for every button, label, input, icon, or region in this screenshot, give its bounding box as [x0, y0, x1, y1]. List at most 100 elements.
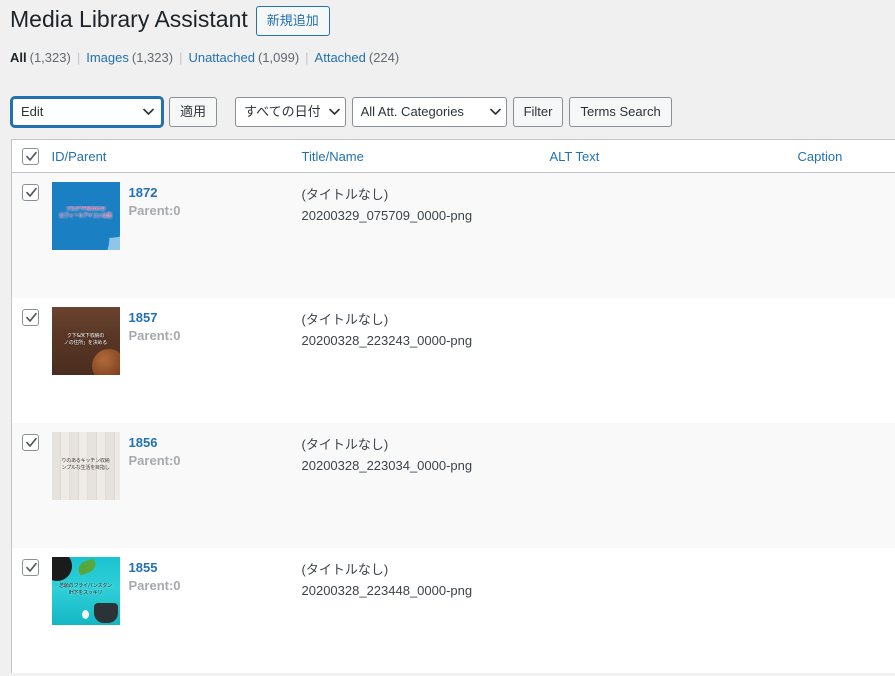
thumbnail-caption-text: ブログやTwitterの ロフィールアイコンは重 [52, 206, 120, 220]
table-row: りのあるキッチン収納 ンプルな生活を目指し 1856 Parent:0 (タイト… [11, 423, 895, 548]
row-checkbox[interactable] [22, 309, 39, 326]
thumbnail-caption-line1: 念願のフライパンスタン [59, 583, 112, 589]
media-thumbnail[interactable]: ク下&床下収納の ノの住所」を決める [51, 307, 120, 375]
table-header-row: ID/Parent Title/Name ALT Text Caption [11, 139, 895, 173]
attachment-category-filter-select[interactable]: All Att. Categories [351, 97, 507, 127]
row-title-cell: (タイトルなし) 20200328_223034_0000-png [302, 423, 550, 548]
thumbnail-caption-line1: ブログやTwitterの [65, 206, 106, 212]
media-parent-label: Parent:0 [128, 453, 181, 468]
status-link-all-label[interactable]: All [10, 50, 27, 65]
table-body: ブログやTwitterの ロフィールアイコンは重 1872 Parent:0 (… [11, 172, 895, 673]
media-caption [798, 173, 895, 184]
media-parent-label: Parent:0 [128, 578, 181, 593]
thumbnail-caption-line2: ンプルな生活を目指し [61, 465, 110, 471]
page-header: Media Library Assistant 新規追加 [0, 0, 895, 36]
media-caption [798, 423, 895, 434]
media-id-link[interactable]: 1857 [129, 309, 181, 326]
row-select-cell [12, 423, 52, 548]
column-header-caption[interactable]: Caption [797, 139, 895, 173]
row-title-cell: (タイトルなし) 20200329_075709_0000-png [302, 173, 550, 299]
table-row: 念願のフライパンスタン IH下をスッキリ 1855 Parent:0 (タイトル… [11, 548, 895, 673]
status-count-images: (1,323) [131, 49, 174, 65]
id-text-group: 1855 Parent:0 [129, 557, 181, 673]
filter-button[interactable]: Filter [512, 97, 564, 127]
title-name-group: (タイトルなし) 20200329_075709_0000-png [302, 173, 550, 226]
bulk-action-select[interactable]: Edit [11, 97, 163, 127]
thumbnail-caption-line2: IH下をスッキリ [68, 590, 103, 596]
status-link-unattached-label[interactable]: Unattached [188, 50, 255, 65]
row-id-cell: 念願のフライパンスタン IH下をスッキリ 1855 Parent:0 [51, 548, 302, 673]
media-filename: 20200329_075709_0000-png [301, 208, 473, 223]
row-checkbox-wrap [12, 423, 52, 451]
status-separator-3: | [305, 49, 309, 65]
table-toolbar: Edit 適用 すべての日付 All Att. Categories Filte… [0, 95, 895, 129]
media-thumbnail[interactable]: 念願のフライパンスタン IH下をスッキリ [51, 557, 120, 625]
row-select-cell [12, 298, 52, 423]
row-select-cell [12, 548, 52, 673]
date-filter-select[interactable]: すべての日付 [235, 97, 346, 127]
row-alt-cell [550, 298, 798, 423]
apply-button[interactable]: 適用 [169, 97, 218, 127]
attachment-category-filter-value: All Att. Categories [360, 104, 464, 119]
media-caption [798, 298, 895, 309]
status-link-images-label[interactable]: Images [86, 50, 129, 65]
id-parent-group: ブログやTwitterの ロフィールアイコンは重 1872 Parent:0 [51, 173, 302, 298]
media-title: (タイトルなし) [301, 437, 389, 452]
check-icon [26, 562, 37, 572]
row-id-cell: りのあるキッチン収納 ンプルな生活を目指し 1856 Parent:0 [51, 423, 302, 548]
bulk-action-value: Edit [21, 104, 44, 119]
status-link-unattached: Unattached (1,099) [188, 50, 299, 65]
thumbnail-caption-text: ク下&床下収納の ノの住所」を決める [52, 333, 120, 347]
row-alt-cell [550, 173, 798, 299]
media-filename: 20200328_223448_0000-png [301, 583, 473, 598]
media-alt-text [550, 423, 798, 434]
status-link-all: All (1,323) [10, 50, 71, 65]
column-header-select-all[interactable] [11, 139, 52, 173]
status-link-attached-label[interactable]: Attached [315, 50, 366, 65]
dot-decoration [81, 610, 89, 619]
status-separator-2: | [179, 49, 183, 65]
status-link-images: Images (1,323) [86, 50, 173, 65]
media-id-link[interactable]: 1855 [129, 559, 181, 576]
page-title: Media Library Assistant [10, 6, 248, 33]
status-count-attached: (224) [368, 49, 400, 65]
status-link-attached: Attached (224) [315, 50, 400, 65]
chevron-down-icon [328, 108, 340, 117]
row-select-cell [12, 173, 52, 299]
media-id-link[interactable]: 1856 [129, 434, 181, 451]
check-icon [26, 187, 37, 197]
media-title: (タイトルなし) [301, 562, 389, 577]
thumbnail-caption-line2: ロフィールアイコンは重 [59, 213, 112, 219]
title-name-group: (タイトルなし) 20200328_223243_0000-png [302, 298, 550, 351]
add-new-button[interactable]: 新規追加 [255, 6, 330, 36]
column-header-alt-text[interactable]: ALT Text [549, 139, 798, 173]
row-alt-cell [550, 423, 798, 548]
media-thumbnail[interactable]: ブログやTwitterの ロフィールアイコンは重 [51, 182, 120, 250]
table-row: ブログやTwitterの ロフィールアイコンは重 1872 Parent:0 (… [11, 172, 895, 299]
row-checkbox[interactable] [22, 184, 39, 201]
media-thumbnail[interactable]: りのあるキッチン収納 ンプルな生活を目指し [51, 432, 120, 500]
media-filename: 20200328_223243_0000-png [301, 333, 473, 348]
thumbnail-caption-line2: ノの住所」を決める [63, 340, 108, 346]
row-caption-cell [798, 423, 895, 548]
media-title: (タイトルなし) [301, 187, 389, 202]
row-title-cell: (タイトルなし) 20200328_223448_0000-png [302, 548, 550, 673]
row-checkbox[interactable] [22, 559, 39, 576]
row-title-cell: (タイトルなし) 20200328_223243_0000-png [302, 298, 550, 423]
check-icon [26, 437, 37, 447]
status-count-unattached: (1,099) [257, 49, 300, 65]
column-header-id-parent[interactable]: ID/Parent [51, 139, 302, 173]
media-id-link[interactable]: 1872 [129, 184, 181, 201]
column-header-title-name[interactable]: Title/Name [301, 139, 550, 173]
select-all-checkbox[interactable] [22, 147, 39, 165]
media-parent-label: Parent:0 [128, 328, 181, 343]
check-icon [26, 312, 37, 322]
table-row: ク下&床下収納の ノの住所」を決める 1857 Parent:0 (タイトルなし… [11, 298, 895, 423]
row-checkbox[interactable] [22, 434, 39, 451]
row-alt-cell [550, 548, 798, 673]
row-id-cell: ブログやTwitterの ロフィールアイコンは重 1872 Parent:0 [51, 173, 302, 299]
check-icon [26, 151, 37, 161]
terms-search-button[interactable]: Terms Search [569, 97, 672, 127]
date-filter-value: すべての日付 [244, 104, 321, 119]
thumbnail-caption-line1: ク下&床下収納の [66, 333, 105, 339]
